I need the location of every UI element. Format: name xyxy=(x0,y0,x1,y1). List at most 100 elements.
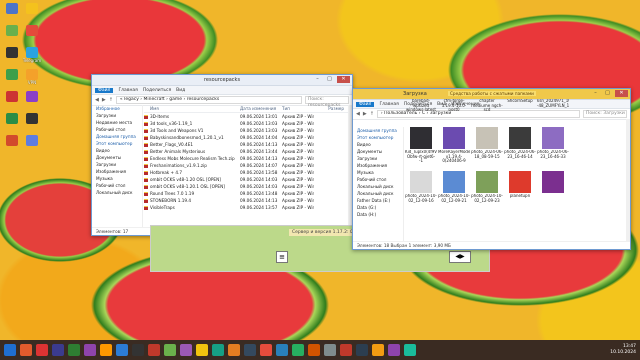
file-tile[interactable] xyxy=(537,171,569,208)
maximize-button[interactable]: □ xyxy=(603,90,612,97)
taskbar-app-icon[interactable] xyxy=(132,344,144,356)
file-tile[interactable]: photo_2024-06-23_16-46-33 xyxy=(537,127,569,164)
table-row[interactable]: ombit OCKS v48-1.20.1 OSL [OPEN] 09.06.20… xyxy=(144,183,348,190)
system-clock[interactable]: 13:47 10.10.2024 xyxy=(610,344,636,356)
nav-item[interactable]: Изображения xyxy=(353,162,403,169)
taskbar-app-icon[interactable] xyxy=(148,344,160,356)
desktop-shortcut[interactable] xyxy=(2,69,22,80)
file-tile[interactable]: ShcornSetup xyxy=(504,99,536,111)
file-tile[interactable]: photo_2024-06-18_08-59-15 xyxy=(471,127,503,164)
desktop-shortcut[interactable] xyxy=(22,135,42,146)
table-row[interactable]: Babyskinsandbonesmod_1.20.1_v1 09.06.2024… xyxy=(144,134,348,141)
minimize-button[interactable]: – xyxy=(313,76,322,83)
title-bar[interactable]: resourcepacks – □ ✕ xyxy=(92,75,352,86)
table-row[interactable]: Better Animals Mysterious 09.06.2024 13:4… xyxy=(144,148,348,155)
column-header[interactable]: Размер xyxy=(314,105,344,112)
up-arrow-icon[interactable]: ↑ xyxy=(370,111,374,117)
file-tile[interactable]: chapter mediume ngch-scd xyxy=(471,99,503,111)
taskbar-app-icon[interactable] xyxy=(212,344,224,356)
desktop-shortcut[interactable] xyxy=(2,91,22,102)
desktop-shortcut[interactable] xyxy=(2,3,22,14)
table-row[interactable]: Hotbreak + 4.7 09.06.2024 13:58 Архив ZIP … xyxy=(144,169,348,176)
column-header[interactable]: Тип xyxy=(282,105,314,112)
nav-item[interactable]: Рабочий стол xyxy=(353,176,403,183)
taskbar-app-icon[interactable] xyxy=(164,344,176,356)
desktop-shortcut[interactable] xyxy=(2,25,22,36)
forward-arrow-icon[interactable]: ▶ xyxy=(102,97,106,103)
nav-item[interactable]: Документы xyxy=(92,154,142,161)
nav-item[interactable]: Локальный диск xyxy=(353,190,403,197)
desktop-shortcut[interactable] xyxy=(2,47,22,58)
desktop-shortcut[interactable] xyxy=(22,91,42,102)
nav-item[interactable]: Загрузки xyxy=(92,161,142,168)
nav-item[interactable]: Загрузки xyxy=(92,112,142,119)
taskbar-app-icon[interactable] xyxy=(324,344,336,356)
table-row[interactable]: Better_Flags_V0.4E1 09.06.2024 14:13 Архив… xyxy=(144,141,348,148)
taskbar-app-icon[interactable] xyxy=(372,344,384,356)
start-button[interactable] xyxy=(4,344,16,356)
nav-item[interactable]: Загрузки xyxy=(353,155,403,162)
nav-item[interactable]: Data (G:) xyxy=(353,204,403,211)
explorer-window-downloads[interactable]: Загрузка Средства работы с сжатыми папка… xyxy=(352,88,631,250)
nav-item[interactable]: Рабочий стол xyxy=(92,182,142,189)
taskbar-app-icon[interactable] xyxy=(404,344,416,356)
compressed-tools-tab[interactable]: Средства работы с сжатыми папками xyxy=(448,91,536,96)
nav-item[interactable]: Документы xyxy=(353,148,403,155)
close-button[interactable]: ✕ xyxy=(337,76,350,83)
minimize-button[interactable]: – xyxy=(591,90,600,97)
file-tile[interactable]: ksn_2024971_104 -48_ZUMFYLN_1,2MB xyxy=(537,99,569,111)
taskbar-app-icon[interactable] xyxy=(340,344,352,356)
taskbar-app-icon[interactable] xyxy=(180,344,192,356)
taskbar-app-icon[interactable] xyxy=(260,344,272,356)
ribbon-tab-0[interactable]: Файл xyxy=(95,87,114,93)
up-arrow-icon[interactable]: ↑ xyxy=(109,97,113,103)
file-tile[interactable]: MoreRayerMode v1.19.4-0(240406-9 xyxy=(438,127,470,164)
nav-item[interactable]: Father Data (E:) xyxy=(353,197,403,204)
taskbar-app-icon[interactable] xyxy=(292,344,304,356)
taskbar-app-icon[interactable] xyxy=(116,344,128,356)
file-tile[interactable]: photo_2024-10-02_12-09-16 xyxy=(405,171,437,208)
nav-item[interactable]: Видео xyxy=(92,147,142,154)
nav-item[interactable]: Рабочий стол xyxy=(92,126,142,133)
table-row[interactable]: Endless Mobs Molecure Realism Tech.zip 09… xyxy=(144,155,348,162)
file-tile[interactable]: planetupn xyxy=(504,171,536,208)
forward-arrow-icon[interactable]: ▶ xyxy=(363,111,367,117)
ribbon-tab-0[interactable]: Файл xyxy=(356,101,375,107)
ribbon-tab-3[interactable]: Вид xyxy=(176,88,185,93)
file-tile[interactable]: photo_2024-10-02_12-09-23 xyxy=(471,171,503,208)
desktop-shortcut[interactable] xyxy=(22,3,42,14)
column-header[interactable]: Имя xyxy=(144,105,240,112)
nav-item[interactable]: Этот компьютер xyxy=(353,134,403,141)
table-row[interactable]: 3D-Items09.06.2024 13:01 Архив ZIP - WinR… xyxy=(144,113,348,120)
nav-item[interactable]: Музыка xyxy=(353,169,403,176)
file-tile[interactable]: Kid_Tuplx0(4f9V)V0Bh_qDbOlRcAKaKGffbo00h… xyxy=(405,127,437,164)
ribbon-tab-2[interactable]: Поделиться xyxy=(143,88,171,93)
nav-item[interactable]: Локальный диск xyxy=(353,183,403,190)
search-input[interactable]: Поиск: resourcepacks xyxy=(305,96,349,108)
back-arrow-icon[interactable]: ◀ xyxy=(356,111,360,117)
desktop-shortcut[interactable] xyxy=(2,135,22,146)
nav-item[interactable]: Домашняя группа xyxy=(92,133,142,140)
taskbar-app-icon[interactable] xyxy=(196,344,208,356)
taskbar-app-icon[interactable] xyxy=(308,344,320,356)
table-row[interactable]: VisibleTraps 09.06.2024 13:57 Архив ZIP - … xyxy=(144,204,348,211)
file-tile[interactable]: photo_2024-06-23_16-46-14 xyxy=(504,127,536,164)
taskbar-app-icon[interactable] xyxy=(228,344,240,356)
file-tile[interactable]: photo_2024-10-02_12-09-21 xyxy=(438,171,470,208)
nav-item[interactable]: Изображения xyxy=(92,168,142,175)
taskbar-app-icon[interactable] xyxy=(356,344,368,356)
table-row[interactable]: 3d tools_v36-1.19_1 09.06.2024 13:03 Архив… xyxy=(144,120,348,127)
nav-item[interactable]: Data (H:) xyxy=(353,211,403,218)
column-header[interactable]: Дата изменения xyxy=(240,105,282,112)
file-tile[interactable]: cfm-forge-1.19.4-10.0-post0 xyxy=(438,99,470,111)
nav-item[interactable]: Музыка xyxy=(92,175,142,182)
explorer-window-resourcepacks[interactable]: resourcepacks – □ ✕ Файл Главная Поделиться В… xyxy=(91,74,353,236)
desktop-shortcut[interactable] xyxy=(22,25,42,36)
menu-icon[interactable]: ≡ xyxy=(276,251,288,263)
desktop-shortcut[interactable] xyxy=(2,113,22,124)
nav-item[interactable]: Домашняя группа xyxy=(353,127,403,134)
navigation-arrows[interactable]: ◀▶ xyxy=(449,251,471,263)
table-row[interactable]: STONEBORN 1.19.4 09.06.2024 14:13 Архив ZI… xyxy=(144,197,348,204)
taskbar-app-icon[interactable] xyxy=(244,344,256,356)
taskbar-app-icon[interactable] xyxy=(20,344,32,356)
